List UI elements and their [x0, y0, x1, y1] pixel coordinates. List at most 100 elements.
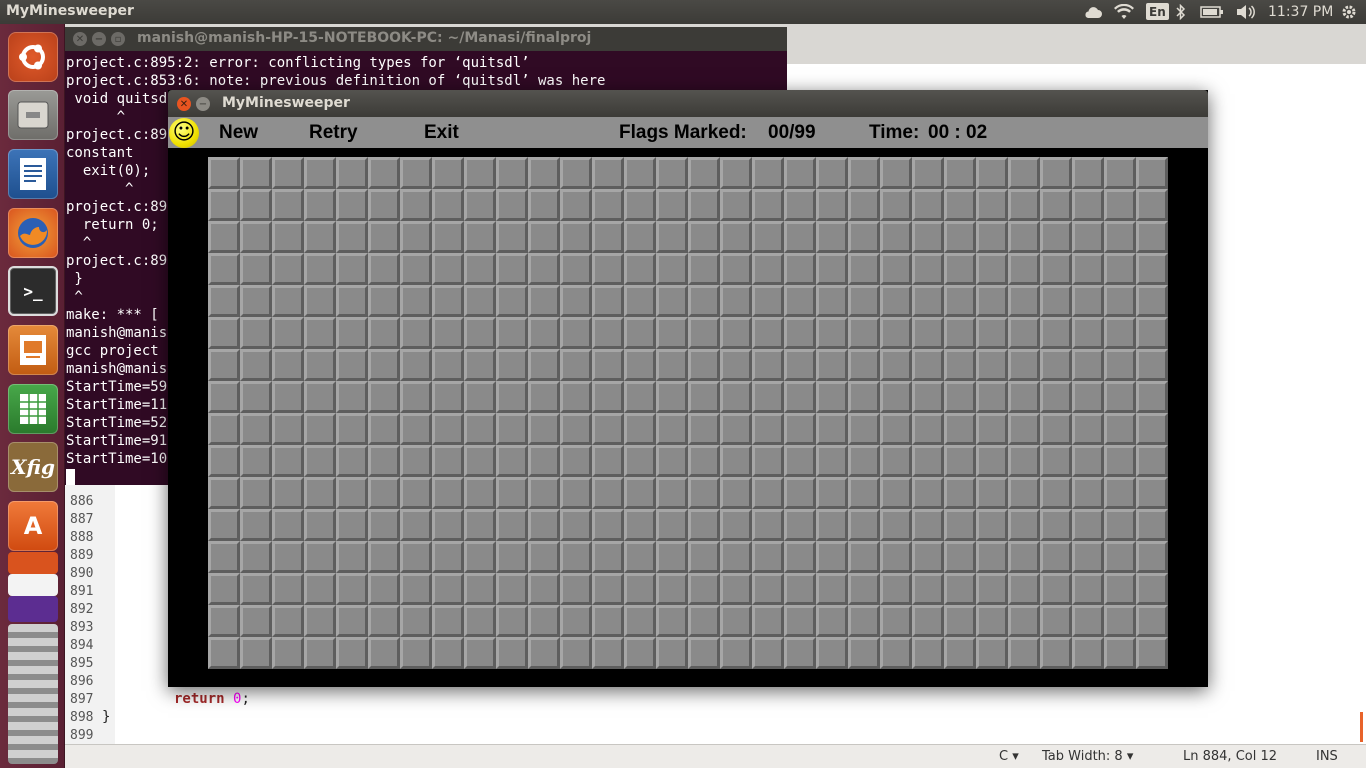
mine-cell[interactable]: [848, 253, 880, 285]
mine-cell[interactable]: [624, 157, 656, 189]
mine-cell[interactable]: [1104, 637, 1136, 669]
mine-cell[interactable]: [368, 349, 400, 381]
mine-cell[interactable]: [304, 509, 336, 541]
mine-cell[interactable]: [1072, 413, 1104, 445]
mine-cell[interactable]: [880, 573, 912, 605]
mine-cell[interactable]: [240, 413, 272, 445]
mine-cell[interactable]: [880, 477, 912, 509]
mine-cell[interactable]: [752, 157, 784, 189]
mine-cell[interactable]: [1040, 445, 1072, 477]
mine-cell[interactable]: [304, 349, 336, 381]
mine-cell[interactable]: [1136, 285, 1168, 317]
mine-cell[interactable]: [688, 317, 720, 349]
mine-cell[interactable]: [496, 317, 528, 349]
mine-cell[interactable]: [688, 573, 720, 605]
mine-cell[interactable]: [976, 157, 1008, 189]
mine-cell[interactable]: [400, 157, 432, 189]
mine-cell[interactable]: [592, 317, 624, 349]
mine-cell[interactable]: [752, 285, 784, 317]
mine-cell[interactable]: [976, 509, 1008, 541]
mine-cell[interactable]: [464, 189, 496, 221]
mine-cell[interactable]: [1104, 541, 1136, 573]
mine-cell[interactable]: [496, 573, 528, 605]
mine-cell[interactable]: [592, 253, 624, 285]
mine-cell[interactable]: [720, 285, 752, 317]
mine-cell[interactable]: [304, 477, 336, 509]
mine-cell[interactable]: [720, 317, 752, 349]
mine-cell[interactable]: [1040, 253, 1072, 285]
mine-cell[interactable]: [912, 573, 944, 605]
mine-cell[interactable]: [496, 541, 528, 573]
close-icon[interactable]: ✕: [177, 97, 191, 111]
mine-cell[interactable]: [784, 637, 816, 669]
mine-cell[interactable]: [944, 285, 976, 317]
mine-cell[interactable]: [848, 349, 880, 381]
mine-cell[interactable]: [336, 509, 368, 541]
mine-cell[interactable]: [368, 189, 400, 221]
mine-cell[interactable]: [944, 541, 976, 573]
mine-cell[interactable]: [1104, 445, 1136, 477]
mine-cell[interactable]: [496, 477, 528, 509]
mine-cell[interactable]: [880, 413, 912, 445]
mine-cell[interactable]: [432, 285, 464, 317]
mine-cell[interactable]: [208, 637, 240, 669]
mine-cell[interactable]: [720, 445, 752, 477]
mine-cell[interactable]: [848, 541, 880, 573]
mine-cell[interactable]: [784, 445, 816, 477]
mine-cell[interactable]: [752, 541, 784, 573]
minimize-icon[interactable]: −: [92, 32, 106, 46]
mine-cell[interactable]: [1104, 221, 1136, 253]
mine-cell[interactable]: [400, 349, 432, 381]
mine-cell[interactable]: [560, 253, 592, 285]
mine-cell[interactable]: [240, 189, 272, 221]
mine-cell[interactable]: [1136, 477, 1168, 509]
mine-cell[interactable]: [304, 541, 336, 573]
mine-cell[interactable]: [464, 637, 496, 669]
mine-cell[interactable]: [272, 445, 304, 477]
mine-cell[interactable]: [784, 349, 816, 381]
mine-cell[interactable]: [816, 637, 848, 669]
mine-cell[interactable]: [1008, 189, 1040, 221]
mine-cell[interactable]: [1040, 605, 1072, 637]
mine-cell[interactable]: [656, 509, 688, 541]
mine-cell[interactable]: [592, 221, 624, 253]
mine-cell[interactable]: [1072, 381, 1104, 413]
mine-cell[interactable]: [656, 221, 688, 253]
mine-cell[interactable]: [1008, 349, 1040, 381]
mine-cell[interactable]: [656, 477, 688, 509]
mine-cell[interactable]: [528, 445, 560, 477]
mine-cell[interactable]: [944, 637, 976, 669]
close-icon[interactable]: ✕: [73, 32, 87, 46]
mine-cell[interactable]: [592, 509, 624, 541]
mine-cell[interactable]: [528, 221, 560, 253]
mine-cell[interactable]: [272, 157, 304, 189]
mine-cell[interactable]: [912, 445, 944, 477]
mine-cell[interactable]: [240, 285, 272, 317]
mine-cell[interactable]: [1008, 157, 1040, 189]
mine-cell[interactable]: [976, 413, 1008, 445]
mine-cell[interactable]: [1008, 637, 1040, 669]
new-game-button[interactable]: New: [219, 122, 258, 144]
mine-cell[interactable]: [1072, 509, 1104, 541]
mine-cell[interactable]: [336, 477, 368, 509]
mine-cell[interactable]: [304, 413, 336, 445]
mine-cell[interactable]: [528, 605, 560, 637]
mine-cell[interactable]: [752, 605, 784, 637]
mine-cell[interactable]: [1072, 445, 1104, 477]
minesweeper-window[interactable]: ✕ − MyMinesweeper ☺ New Retry Exit Flags…: [168, 90, 1208, 687]
mine-cell[interactable]: [720, 413, 752, 445]
libreoffice-writer-icon[interactable]: [8, 149, 58, 199]
mine-cell[interactable]: [496, 221, 528, 253]
clock[interactable]: 11:37 PM: [1268, 2, 1333, 22]
mine-cell[interactable]: [624, 349, 656, 381]
mine-cell[interactable]: [912, 253, 944, 285]
mine-cell[interactable]: [752, 637, 784, 669]
mine-cell[interactable]: [848, 445, 880, 477]
mine-cell[interactable]: [656, 285, 688, 317]
mine-cell[interactable]: [816, 509, 848, 541]
mine-cell[interactable]: [1040, 381, 1072, 413]
yahoo-mail-icon[interactable]: [8, 596, 58, 622]
mine-cell[interactable]: [400, 413, 432, 445]
mine-cell[interactable]: [720, 605, 752, 637]
mine-cell[interactable]: [560, 317, 592, 349]
